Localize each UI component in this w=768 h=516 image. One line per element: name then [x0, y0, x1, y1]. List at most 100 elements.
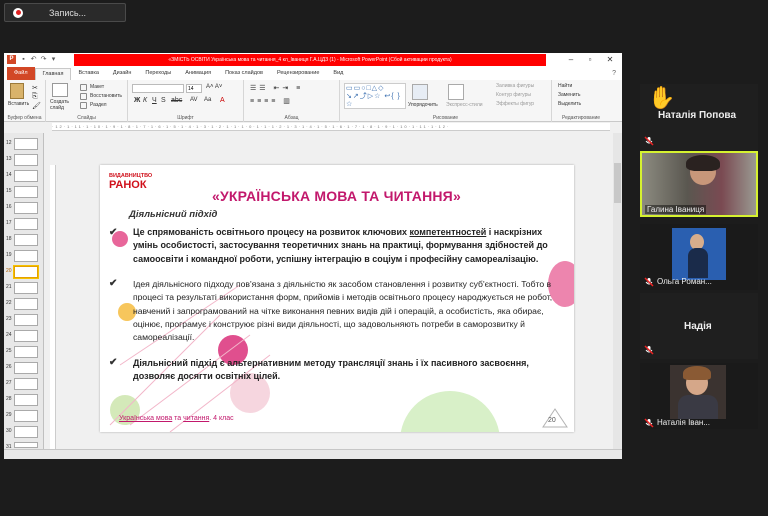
tab-slideshow[interactable]: Показ слайдов	[218, 67, 270, 80]
slide-thumbnail[interactable]: 28	[4, 393, 44, 407]
strikethrough-icon[interactable]: abc	[171, 97, 182, 104]
paragraph-definition: Це спрямованість освітнього процесу на р…	[133, 227, 548, 264]
slide-thumbnail[interactable]: 25	[4, 345, 44, 359]
tab-insert[interactable]: Вставка	[71, 67, 105, 80]
quick-styles-button[interactable]: Экспресс-стили	[446, 102, 483, 108]
help-icon[interactable]: ?	[612, 70, 616, 77]
slide-thumbnail[interactable]: 21	[4, 281, 44, 295]
font-color-icon[interactable]: A	[220, 97, 225, 104]
slide-thumbnail[interactable]: 13	[4, 153, 44, 167]
slide-thumbnail[interactable]: 14	[4, 169, 44, 183]
tab-design[interactable]: Дизайн	[106, 67, 139, 80]
group-editing-label: Редактирование	[561, 115, 601, 121]
tab-review[interactable]: Рецензирование	[270, 67, 326, 80]
participant-tile[interactable]: Наталія Іван...	[640, 363, 758, 429]
slide-thumbnails-pane[interactable]: 12 13 14 15 16 17 18 19 20 21 22 23 24 2…	[4, 133, 44, 453]
shapes-gallery[interactable]: ▭▭○□△◇ ↘↗⤴▷☆ ↩{ }☆	[344, 83, 406, 109]
muted-mic-icon	[644, 345, 654, 355]
slide-thumbnail[interactable]: 26	[4, 361, 44, 375]
minimize-icon[interactable]: –	[561, 53, 581, 67]
close-icon[interactable]: ✕	[600, 53, 620, 67]
participant-name: Наталія Попова	[658, 110, 737, 121]
slide-thumbnail[interactable]: 24	[4, 329, 44, 343]
powerpoint-app-icon: P	[7, 55, 16, 64]
slide-thumbnail[interactable]: 18	[4, 233, 44, 247]
slide-canvas[interactable]: ВИДАВНИЦТВО РАНОК «УКРАЇНСЬКА МОВА ТА ЧИ…	[100, 165, 574, 432]
arrange-icon[interactable]	[412, 84, 428, 100]
slide-thumbnail[interactable]: 22	[4, 297, 44, 311]
maximize-icon[interactable]: ▫	[580, 53, 600, 67]
muted-mic-icon	[644, 418, 654, 428]
redo-icon[interactable]: ↷	[39, 55, 48, 64]
participant-body	[688, 248, 708, 278]
select-button[interactable]: Выделить	[558, 101, 581, 107]
bold-icon[interactable]: Ж	[134, 97, 140, 104]
underlined-term: компетентностей	[409, 227, 487, 237]
shadow-icon[interactable]: S	[161, 97, 166, 104]
tab-animation[interactable]: Анимация	[178, 67, 218, 80]
paste-icon[interactable]	[10, 83, 24, 99]
copy-icon[interactable]: ⎘	[32, 93, 38, 101]
participant-tile[interactable]: Надія	[640, 293, 758, 359]
shape-effects-button[interactable]: Эффекты фигур	[496, 101, 534, 107]
check-bullet-icon: ✔	[109, 227, 118, 238]
find-button[interactable]: Найти	[558, 83, 572, 89]
case-icon[interactable]: Aa	[204, 97, 211, 103]
slide-thumbnail[interactable]: 19	[4, 249, 44, 263]
slide-title: «УКРАЇНСЬКА МОВА ТА ЧИТАННЯ»	[212, 188, 461, 204]
slide-thumbnail-selected[interactable]: 20	[4, 265, 44, 279]
slide-footer: Українська мова та читання. 4 клас	[119, 415, 234, 422]
tab-home[interactable]: Главная	[34, 67, 72, 80]
new-slide-button[interactable]: Создать слайд	[50, 99, 74, 111]
quick-access-dropdown-icon[interactable]: ▾	[49, 55, 58, 64]
horizontal-ruler: ·12·1·11·1·10·1·9·1·8·1·7·1·6·1·5·1·4·1·…	[52, 123, 610, 131]
vertical-scrollbar[interactable]	[613, 133, 622, 451]
underline-icon[interactable]: Ч	[152, 97, 157, 104]
italic-icon[interactable]: К	[143, 97, 147, 104]
group-paragraph: ☰☰ ⇤⇥ ≡ ≡≡≡≡ ▥ Абзац	[244, 80, 340, 122]
font-name-field[interactable]	[132, 84, 184, 93]
layout-button[interactable]: Макет	[90, 84, 104, 90]
window-title: «ЗМІСТЬ ОСВІТИ Українська мова та читанн…	[74, 54, 546, 66]
slide-thumbnail[interactable]: 16	[4, 201, 44, 215]
group-clipboard: Вставить ✂ ⎘ 🖌 Буфер обмена	[4, 80, 46, 122]
paragraph-idea: Ідея діяльнісного підходу пов'язана з ді…	[133, 279, 553, 343]
slide-thumbnail[interactable]: 27	[4, 377, 44, 391]
undo-icon[interactable]: ↶	[29, 55, 38, 64]
slide-thumbnail[interactable]: 12	[4, 137, 44, 151]
participant-hair	[686, 155, 720, 171]
paste-button[interactable]: Вставить	[8, 101, 29, 107]
reset-button[interactable]: Восстановить	[90, 93, 122, 99]
new-slide-icon[interactable]	[52, 83, 68, 97]
quick-styles-icon[interactable]	[448, 84, 464, 100]
save-icon[interactable]: ▪	[19, 55, 28, 64]
slide-thumbnail[interactable]: 29	[4, 409, 44, 423]
grow-font-icon[interactable]: A˄ A˅	[206, 84, 222, 90]
slide-thumbnail[interactable]: 17	[4, 217, 44, 231]
arrange-button[interactable]: Упорядочить	[408, 102, 438, 108]
align-icons[interactable]: ≡≡≡≡ ▥	[250, 97, 293, 105]
cut-icon[interactable]: ✂	[32, 84, 38, 92]
format-painter-icon[interactable]: 🖌	[32, 102, 41, 110]
list-icons[interactable]: ☰☰ ⇤⇥ ≡	[250, 84, 303, 92]
recording-indicator[interactable]: Запись...	[4, 3, 126, 22]
replace-button[interactable]: Заменить	[558, 92, 580, 98]
section-button[interactable]: Раздел	[90, 102, 107, 108]
participant-tile-active-speaker[interactable]: Галина Іваниця	[640, 151, 758, 217]
tab-view[interactable]: Вид	[326, 67, 350, 80]
slide-thumbnail[interactable]: 15	[4, 185, 44, 199]
font-size-field[interactable]: 14	[186, 84, 202, 93]
participant-tile[interactable]: Ольга Роман...	[640, 224, 758, 290]
ribbon-home: Вставить ✂ ⎘ 🖌 Буфер обмена Создать слай…	[4, 80, 622, 122]
scrollbar-thumb[interactable]	[614, 163, 621, 203]
tab-transitions[interactable]: Переходы	[138, 67, 178, 80]
participant-name: Галина Іваниця	[645, 205, 707, 214]
shape-outline-button[interactable]: Контур фигуры	[496, 92, 531, 98]
tab-file[interactable]: Файл	[7, 67, 35, 80]
group-clipboard-label: Буфер обмена	[7, 115, 42, 121]
slide-thumbnail[interactable]: 30	[4, 425, 44, 439]
slide-thumbnail[interactable]: 23	[4, 313, 44, 327]
shape-fill-button[interactable]: Заливка фигуры	[496, 83, 534, 89]
participant-tile[interactable]: ✋ Наталія Попова	[640, 84, 758, 150]
spacing-icon[interactable]: AV	[190, 97, 198, 103]
